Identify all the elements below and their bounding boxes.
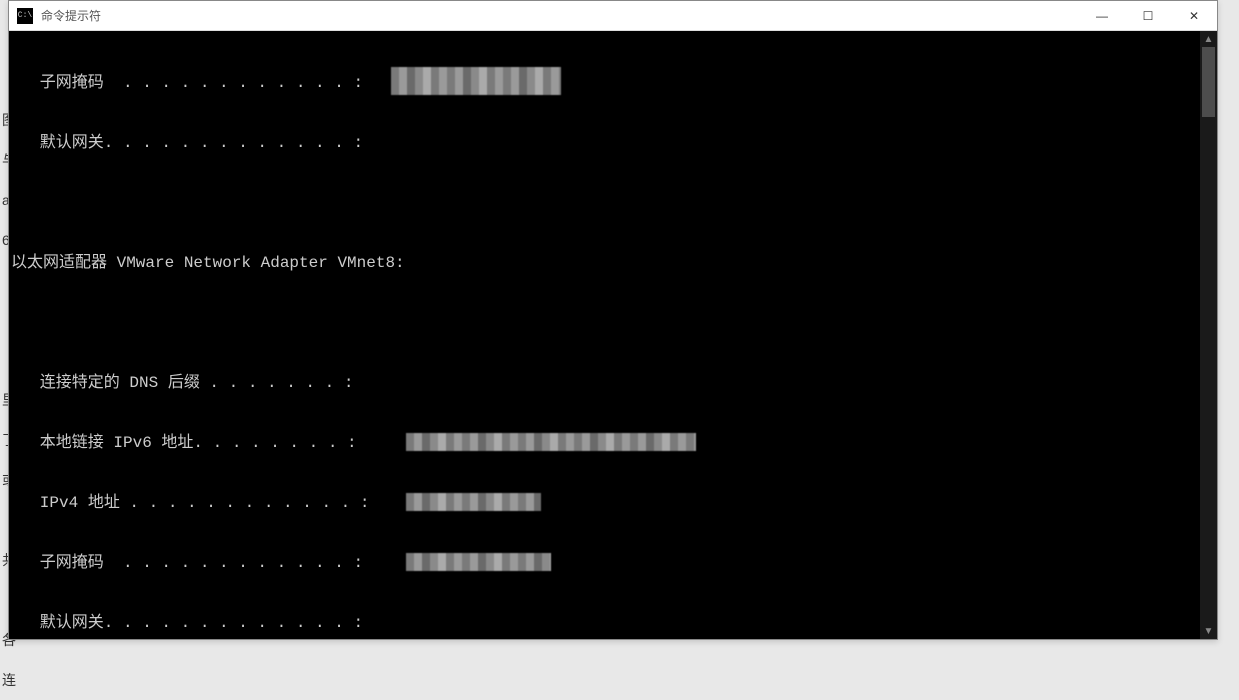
scroll-up-icon[interactable]: ▲ (1200, 31, 1217, 47)
dns-suffix-label: 连接特定的 DNS 后缀 . . . . . . . : (11, 374, 353, 392)
redacted-value (406, 553, 551, 571)
ipv4-label: IPv4 地址 . . . . . . . . . . . . : (11, 494, 369, 512)
close-button[interactable]: ✕ (1171, 1, 1217, 30)
window-title: 命令提示符 (39, 7, 1079, 24)
cmd-window: C:\ 命令提示符 — ☐ ✕ 子网掩码 . . . . . . . . . .… (8, 0, 1218, 640)
cmd-icon: C:\ (17, 8, 33, 24)
subnet-mask-label: 子网掩码 . . . . . . . . . . . . : (11, 554, 363, 572)
vertical-scrollbar[interactable]: ▲ ▼ (1200, 31, 1217, 639)
adapter-vmnet8-header: 以太网适配器 VMware Network Adapter VMnet8: (11, 254, 405, 272)
scroll-down-icon[interactable]: ▼ (1200, 623, 1217, 639)
scrollbar-thumb[interactable] (1202, 47, 1215, 117)
ipv6-local-label: 本地链接 IPv6 地址. . . . . . . . : (11, 434, 357, 452)
minimize-button[interactable]: — (1079, 1, 1125, 30)
gateway-label: 默认网关. . . . . . . . . . . . . : (11, 134, 363, 152)
redacted-value (406, 493, 541, 511)
window-controls: — ☐ ✕ (1079, 1, 1217, 30)
redacted-value (391, 67, 561, 95)
titlebar[interactable]: C:\ 命令提示符 — ☐ ✕ (9, 1, 1217, 31)
terminal-output[interactable]: 子网掩码 . . . . . . . . . . . . : 默认网关. . .… (9, 31, 1200, 639)
terminal-area: 子网掩码 . . . . . . . . . . . . : 默认网关. . .… (9, 31, 1217, 639)
subnet-mask-label: 子网掩码 . . . . . . . . . . . . : (11, 74, 363, 92)
maximize-button[interactable]: ☐ (1125, 1, 1171, 30)
gateway-label: 默认网关. . . . . . . . . . . . . : (11, 614, 363, 632)
redacted-value (406, 433, 696, 451)
